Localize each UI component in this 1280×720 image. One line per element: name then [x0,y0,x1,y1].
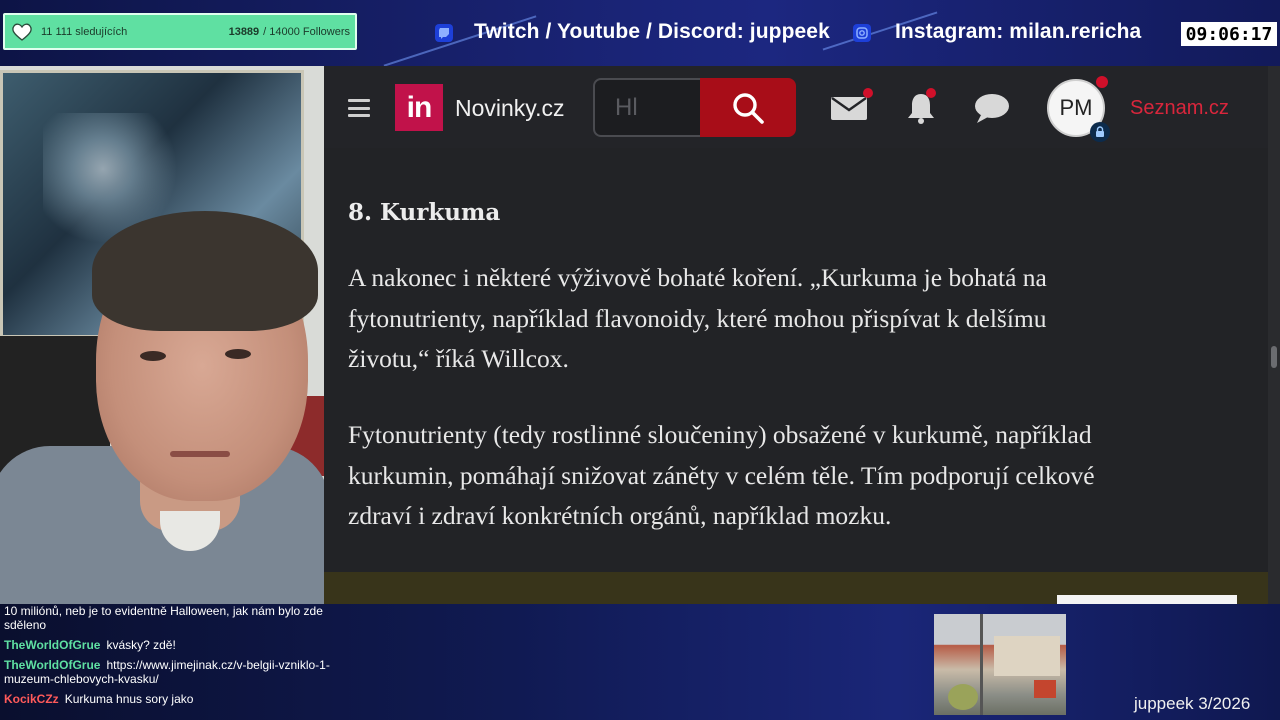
chat-message: 10 miliónů, neb je to evidentně Hallowee… [4,604,334,632]
chat-username: TheWorldOfGrue [4,638,101,652]
follower-label: 11 111 sledujících [41,25,128,38]
follower-goal-widget: 11 111 sledujících 13889 / 14000 Followe… [3,13,357,50]
camera-pole [980,614,983,715]
chat-text: 10 miliónů, neb je to evidentně Hallowee… [4,604,323,632]
search-button[interactable] [700,78,796,137]
article-paragraph: Fytonutrienty (tedy rostlinné sloučeniny… [348,415,1248,537]
bell-notification-dot [926,88,936,98]
chat-username: KocikCZz [4,692,59,706]
chat-message: KocikCZz Kurkuma hnus sory jako [4,692,334,706]
article-paragraph: A nakonec i některé výživově bohaté koře… [348,258,1248,380]
paragraph-line: zdraví i zdraví konkrétních orgánů, např… [348,501,892,530]
chat-button[interactable] [972,88,1012,128]
instagram-handle-text: Instagram: milan.rericha [895,20,1142,43]
chat-bubble-icon [975,94,1009,123]
stream-watermark: juppeek 3/2026 [1134,694,1251,713]
social-links-text: Twitch / Youtube / Discord: juppeek [474,20,830,43]
site-header: in Novinky.cz PM Seznam.cz [324,66,1280,148]
streamer-eye [225,349,251,359]
webcam-feed [0,66,324,604]
chat-text: Kurkuma hnus sory jako [64,692,194,706]
follower-goal: / 14000 Followers [263,25,350,38]
avatar-notification-dot [1096,76,1108,88]
clock: 09:06:17 [1181,22,1277,46]
streamer-mouth [170,451,230,457]
follower-count: 13889 [228,25,260,38]
chat-username: TheWorldOfGrue [4,658,101,672]
paragraph-line: Fytonutrienty (tedy rostlinné sloučeniny… [348,420,1092,449]
chat-text: kvásky? zdě! [106,638,176,652]
browser-viewport: in Novinky.cz PM Seznam.cz 8. Kurkuma A … [324,66,1280,604]
instagram-icon [853,24,871,42]
article-heading: 8. Kurkuma [348,199,501,226]
outdoor-camera-thumbnail [934,614,1066,715]
stream-chat: 10 miliónů, neb je to evidentně Hallowee… [4,604,334,712]
twitch-icon [435,24,453,42]
paragraph-line: kurkumin, pomáhají snižovat záněty v cel… [348,460,1095,490]
novinky-logo[interactable]: in [395,84,443,131]
streamer-hair [92,211,318,331]
stream-bottom-overlay: 10 miliónů, neb je to evidentně Hallowee… [0,604,1280,720]
paragraph-line: životu,“ říká Willcox. [348,344,569,373]
page-scrollbar[interactable] [1268,66,1280,604]
scrollbar-thumb[interactable] [1271,346,1277,368]
paragraph-line: A nakonec i některé výživově bohaté koře… [348,263,1047,292]
camera-car [1034,680,1056,698]
camera-house [994,636,1060,676]
chat-message: TheWorldOfGrue https://www.jimejinak.cz/v… [4,658,334,686]
paragraph-line: fytonutrienty, například flavonoidy, kte… [348,303,1047,333]
chat-message: TheWorldOfGrue kvásky? zdě! [4,638,334,652]
mail-icon [831,97,867,120]
site-name[interactable]: Novinky.cz [455,95,565,122]
seznam-link[interactable]: Seznam.cz [1130,97,1229,120]
stream-top-overlay: 11 111 sledujících 13889 / 14000 Followe… [0,0,1280,66]
search-input[interactable] [593,78,701,137]
related-article-thumbnail[interactable] [1057,595,1237,604]
search-icon [733,92,764,124]
heart-hands-icon [9,21,35,43]
hamburger-icon[interactable] [348,99,370,117]
lock-icon [1090,122,1110,142]
mail-notification-dot [863,88,873,98]
streamer-eye [140,351,166,361]
camera-tree [948,684,978,710]
